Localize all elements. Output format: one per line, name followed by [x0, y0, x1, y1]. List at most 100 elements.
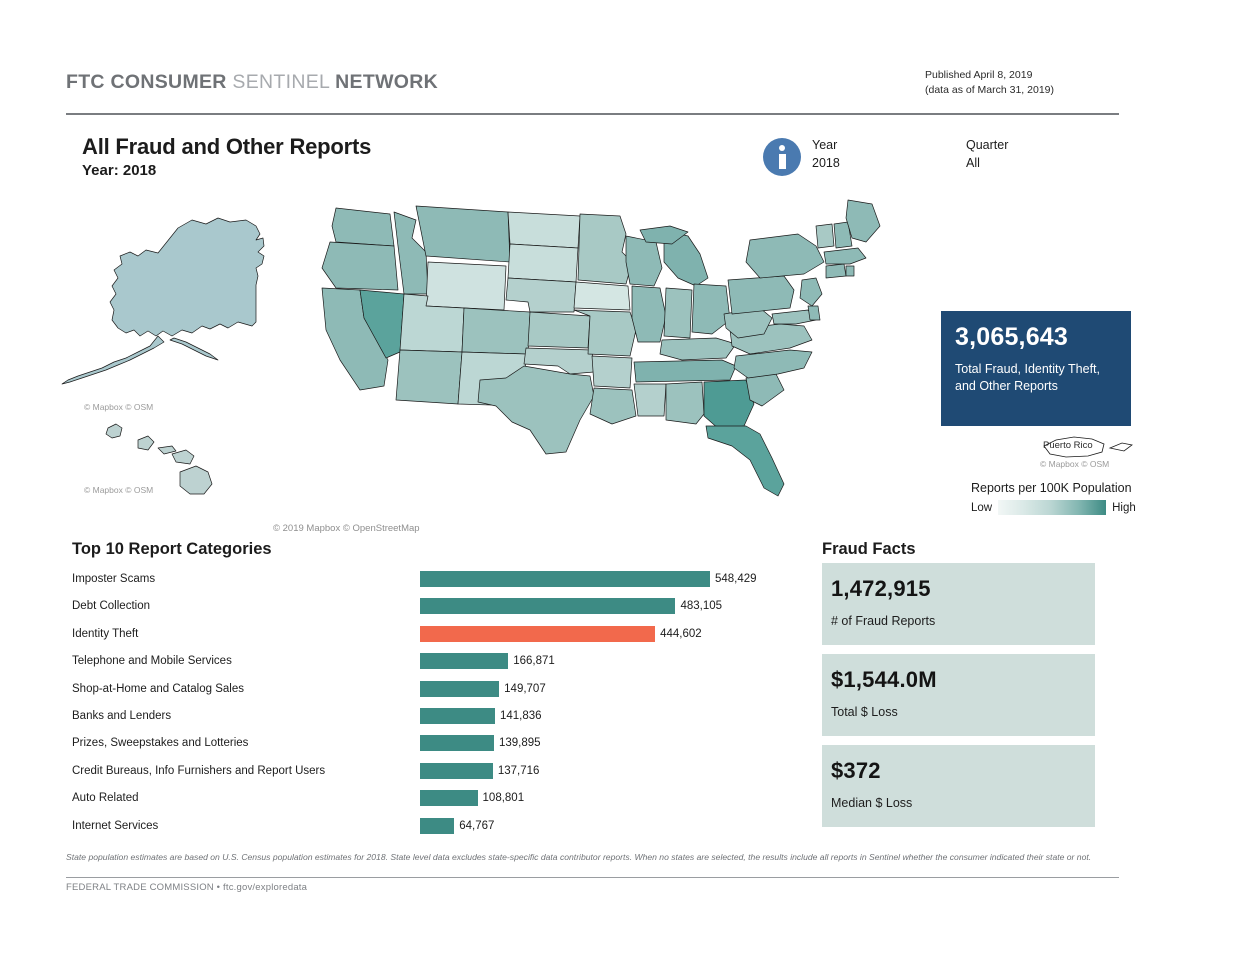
state-illinois	[631, 285, 667, 343]
state-newyork	[745, 233, 825, 279]
bar-row[interactable]: Identity Theft 444,602	[72, 623, 812, 645]
bar-category-label: Banks and Lenders	[72, 709, 172, 722]
published-date: Published April 8, 2019	[925, 69, 1033, 81]
filter-quarter-value[interactable]: All	[966, 154, 1008, 172]
state-newjersey	[799, 277, 823, 307]
bar-row[interactable]: Credit Bureaus, Info Furnishers and Repo…	[72, 760, 812, 782]
bar-chart: Imposter Scams 548,429 Debt Collection 483,…	[72, 568, 812, 842]
bar-row[interactable]: Debt Collection 483,105	[72, 595, 812, 617]
state-vermont	[815, 223, 835, 249]
bar-track: 483,105	[420, 598, 812, 615]
map-attribution-hawaii: © Mapbox © OSM	[84, 485, 154, 495]
fraud-fact-value: $1,544.0M	[831, 667, 937, 692]
brand-network: NETWORK	[335, 71, 439, 93]
state-montana	[415, 205, 511, 263]
territory-vieques	[1108, 442, 1133, 452]
published-info: Published April 8, 2019 (data as of Marc…	[925, 68, 1054, 98]
state-colorado	[461, 307, 531, 355]
state-kansas	[527, 311, 591, 349]
state-northcarolina	[733, 349, 813, 379]
bar-track: 64,767	[420, 817, 812, 834]
bar-fill[interactable]	[420, 653, 509, 670]
bar-row[interactable]: Telephone and Mobile Services 166,871	[72, 650, 812, 672]
bar-value-label: 139,895	[498, 737, 541, 750]
state-minnesota	[577, 213, 633, 285]
bar-category-label: Internet Services	[72, 819, 159, 832]
bar-row[interactable]: Auto Related 108,801	[72, 787, 812, 809]
bar-row[interactable]: Imposter Scams 548,429	[72, 568, 812, 590]
bar-fill[interactable]	[420, 735, 494, 752]
state-southcarolina	[745, 373, 785, 407]
bar-category-label: Debt Collection	[72, 600, 150, 613]
state-northdakota	[507, 211, 581, 249]
bar-category-label: Shop-at-Home and Catalog Sales	[72, 682, 244, 695]
bar-track: 137,716	[420, 762, 812, 779]
state-ohio	[691, 283, 731, 335]
bar-fill[interactable]	[420, 707, 495, 724]
map-attribution-alaska: © Mapbox © OSM	[84, 402, 154, 412]
bar-value-label: 137,716	[497, 764, 540, 777]
bar-fill[interactable]	[420, 680, 500, 697]
info-icon[interactable]	[763, 138, 801, 176]
legend-gradient-bar	[998, 500, 1107, 515]
header-divider	[66, 113, 1119, 115]
fraud-fact-value: 1,472,915	[831, 576, 931, 601]
bar-track: 108,801	[420, 790, 812, 807]
state-mississippi	[633, 383, 667, 417]
total-reports-callout: 3,065,643 Total Fraud, Identity Theft, a…	[941, 311, 1131, 426]
bar-fill[interactable]	[420, 625, 656, 642]
bar-value-label: 166,871	[513, 655, 555, 668]
bar-track: 444,602	[420, 625, 812, 642]
state-florida	[705, 425, 785, 497]
bar-category-label: Telephone and Mobile Services	[72, 655, 232, 668]
footer-text: FEDERAL TRADE COMMISSION • ftc.gov/explo…	[66, 882, 308, 893]
state-arkansas	[591, 355, 633, 389]
map-legend: Low High	[971, 500, 1136, 515]
bar-track: 139,895	[420, 735, 812, 752]
choropleth-map[interactable]: © Mapbox © OSM © Mapbox © OSM © 2019 Map…	[60, 190, 960, 540]
us-map-svg[interactable]	[60, 190, 960, 540]
fraud-fact-value: $372	[831, 758, 881, 783]
data-as-of-date: (data as of March 31, 2019)	[925, 84, 1054, 97]
filter-year-label: Year	[812, 138, 838, 152]
bar-value-label: 548,429	[715, 573, 757, 585]
page-title: All Fraud and Other Reports	[82, 134, 372, 159]
bar-category-label: Identity Theft	[72, 627, 139, 640]
filter-quarter[interactable]: Quarter All	[966, 136, 1008, 172]
state-alaska	[109, 217, 265, 337]
map-attribution-puerto-rico: © Mapbox © OSM	[1040, 459, 1110, 469]
bar-value-label: 141,836	[500, 709, 542, 722]
fraud-fact-card: 1,472,915 # of Fraud Reports	[822, 563, 1095, 645]
bar-chart-title: Top 10 Report Categories	[72, 540, 272, 558]
bar-row[interactable]: Banks and Lenders 141,836	[72, 705, 812, 727]
state-alabama	[665, 381, 705, 425]
state-texas	[477, 365, 595, 455]
state-wyoming	[425, 261, 507, 311]
bar-track: 141,836	[420, 707, 812, 724]
bar-fill[interactable]	[420, 571, 710, 587]
bar-fill[interactable]	[420, 790, 478, 807]
fraud-fact-label: Median $ Loss	[831, 796, 913, 810]
bar-value-label: 64,767	[459, 819, 495, 832]
bar-row[interactable]: Prizes, Sweepstakes and Lotteries 139,895	[72, 732, 812, 754]
state-georgia	[703, 379, 755, 431]
bar-fill[interactable]	[420, 762, 493, 779]
footnote-text: State population estimates are based on …	[66, 852, 1092, 862]
alaska-islands	[169, 337, 219, 361]
fraud-facts-list: 1,472,915 # of Fraud Reports $1,544.0M Tota…	[822, 563, 1095, 836]
bar-row[interactable]: Shop-at-Home and Catalog Sales 149,707	[72, 678, 812, 700]
state-hawaii-maui	[171, 449, 195, 465]
bar-row[interactable]: Internet Services 64,767	[72, 815, 812, 837]
state-louisiana	[589, 387, 637, 425]
state-hawaii-oahu	[137, 435, 155, 451]
bar-fill[interactable]	[420, 817, 455, 834]
map-attribution-main: © 2019 Mapbox © OpenStreetMap	[273, 523, 420, 534]
footer-divider	[66, 877, 1119, 878]
fraud-facts-title: Fraud Facts	[822, 540, 916, 558]
state-wisconsin	[625, 235, 663, 287]
state-hawaii-molokai	[157, 445, 177, 455]
bar-fill[interactable]	[420, 598, 676, 615]
bar-value-label: 108,801	[482, 792, 525, 805]
filter-year[interactable]: Year 2018	[812, 136, 840, 172]
filter-year-value[interactable]: 2018	[812, 154, 840, 172]
